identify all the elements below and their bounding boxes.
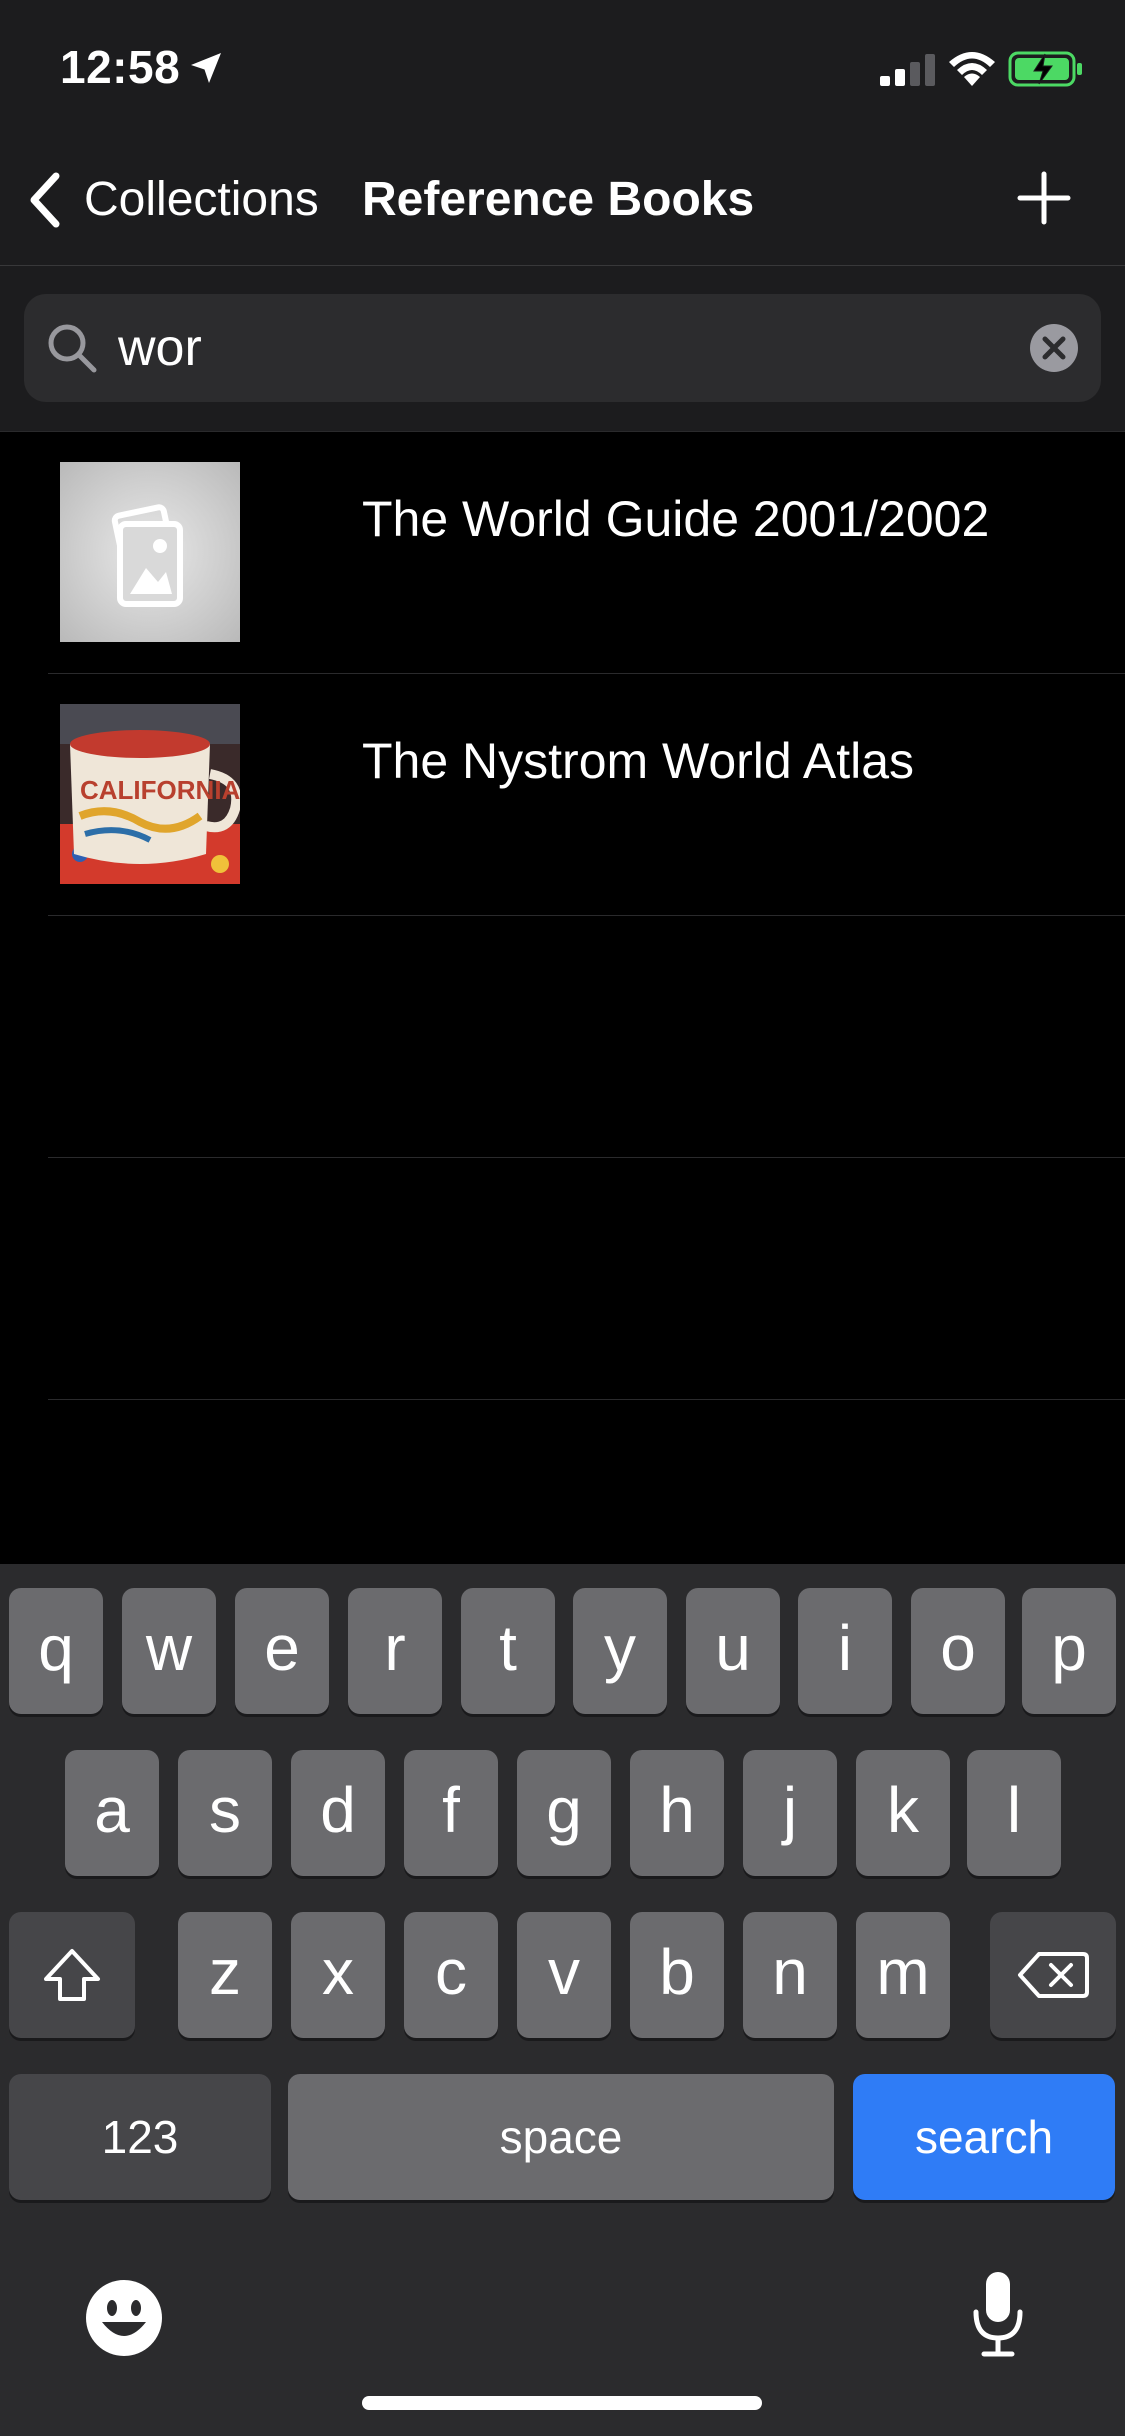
cellular-signal-icon	[880, 54, 935, 86]
california-mug-photo: CALIFORNIA	[60, 704, 240, 884]
results-list: The World Guide 2001/2002 CALIFORNIA The…	[0, 432, 1125, 1400]
key-e[interactable]: e	[235, 1588, 329, 1714]
key-r[interactable]: r	[348, 1588, 442, 1714]
space-key[interactable]: space	[288, 2074, 834, 2200]
emoji-icon[interactable]	[84, 2278, 164, 2358]
key-a[interactable]: a	[65, 1750, 159, 1876]
item-title: The Nystrom World Atlas	[362, 733, 915, 789]
delete-key[interactable]	[990, 1912, 1116, 2038]
key-h[interactable]: h	[630, 1750, 724, 1876]
status-bar: 12:58	[0, 0, 1125, 140]
key-l[interactable]: l	[967, 1750, 1061, 1876]
page-title: Reference Books	[362, 173, 755, 226]
key-g[interactable]: g	[517, 1750, 611, 1876]
navigation-bar: Collections Reference Books	[0, 140, 1125, 266]
empty-row	[48, 1158, 1125, 1400]
key-j[interactable]: j	[743, 1750, 837, 1876]
svg-text:CALIFORNIA: CALIFORNIA	[80, 775, 240, 805]
key-s[interactable]: s	[178, 1750, 272, 1876]
key-z[interactable]: z	[178, 1912, 272, 2038]
key-k[interactable]: k	[856, 1750, 950, 1876]
item-title: The World Guide 2001/2002	[362, 491, 990, 547]
numbers-key[interactable]: 123	[9, 2074, 271, 2200]
search-key[interactable]: search	[853, 2074, 1115, 2200]
search-bar	[0, 266, 1125, 432]
search-field[interactable]	[24, 294, 1101, 402]
location-arrow-icon	[191, 53, 221, 83]
key-v[interactable]: v	[517, 1912, 611, 2038]
placeholder-image-icon	[60, 462, 240, 642]
key-y[interactable]: y	[573, 1588, 667, 1714]
back-button[interactable]: Collections	[84, 172, 319, 227]
keyboard: q w e r t y u i o p a s d f g h j k l z …	[0, 1564, 1125, 2436]
list-item[interactable]: The World Guide 2001/2002	[48, 432, 1125, 674]
wifi-icon	[949, 52, 995, 86]
backspace-icon	[1018, 1952, 1089, 1998]
key-i[interactable]: i	[798, 1588, 892, 1714]
battery-charging-icon	[1008, 51, 1082, 87]
key-p[interactable]: p	[1022, 1588, 1116, 1714]
key-d[interactable]: d	[291, 1750, 385, 1876]
key-q[interactable]: q	[9, 1588, 103, 1714]
empty-row	[48, 916, 1125, 1158]
search-icon	[48, 324, 97, 373]
search-input[interactable]	[118, 318, 998, 378]
shift-key[interactable]	[9, 1912, 135, 2038]
key-t[interactable]: t	[461, 1588, 555, 1714]
add-icon[interactable]	[1016, 170, 1072, 226]
status-time: 12:58	[60, 41, 181, 93]
key-b[interactable]: b	[630, 1912, 724, 2038]
key-f[interactable]: f	[404, 1750, 498, 1876]
key-o[interactable]: o	[911, 1588, 1005, 1714]
key-m[interactable]: m	[856, 1912, 950, 2038]
home-indicator[interactable]	[362, 2396, 762, 2410]
list-item[interactable]: CALIFORNIA The Nystrom World Atlas	[48, 674, 1125, 916]
key-n[interactable]: n	[743, 1912, 837, 2038]
back-chevron-icon[interactable]	[24, 170, 64, 230]
microphone-icon[interactable]	[968, 2268, 1028, 2360]
key-w[interactable]: w	[122, 1588, 216, 1714]
key-c[interactable]: c	[404, 1912, 498, 2038]
shift-arrow-icon	[44, 1949, 100, 2001]
key-x[interactable]: x	[291, 1912, 385, 2038]
key-u[interactable]: u	[686, 1588, 780, 1714]
clear-search-icon[interactable]	[1030, 324, 1078, 372]
